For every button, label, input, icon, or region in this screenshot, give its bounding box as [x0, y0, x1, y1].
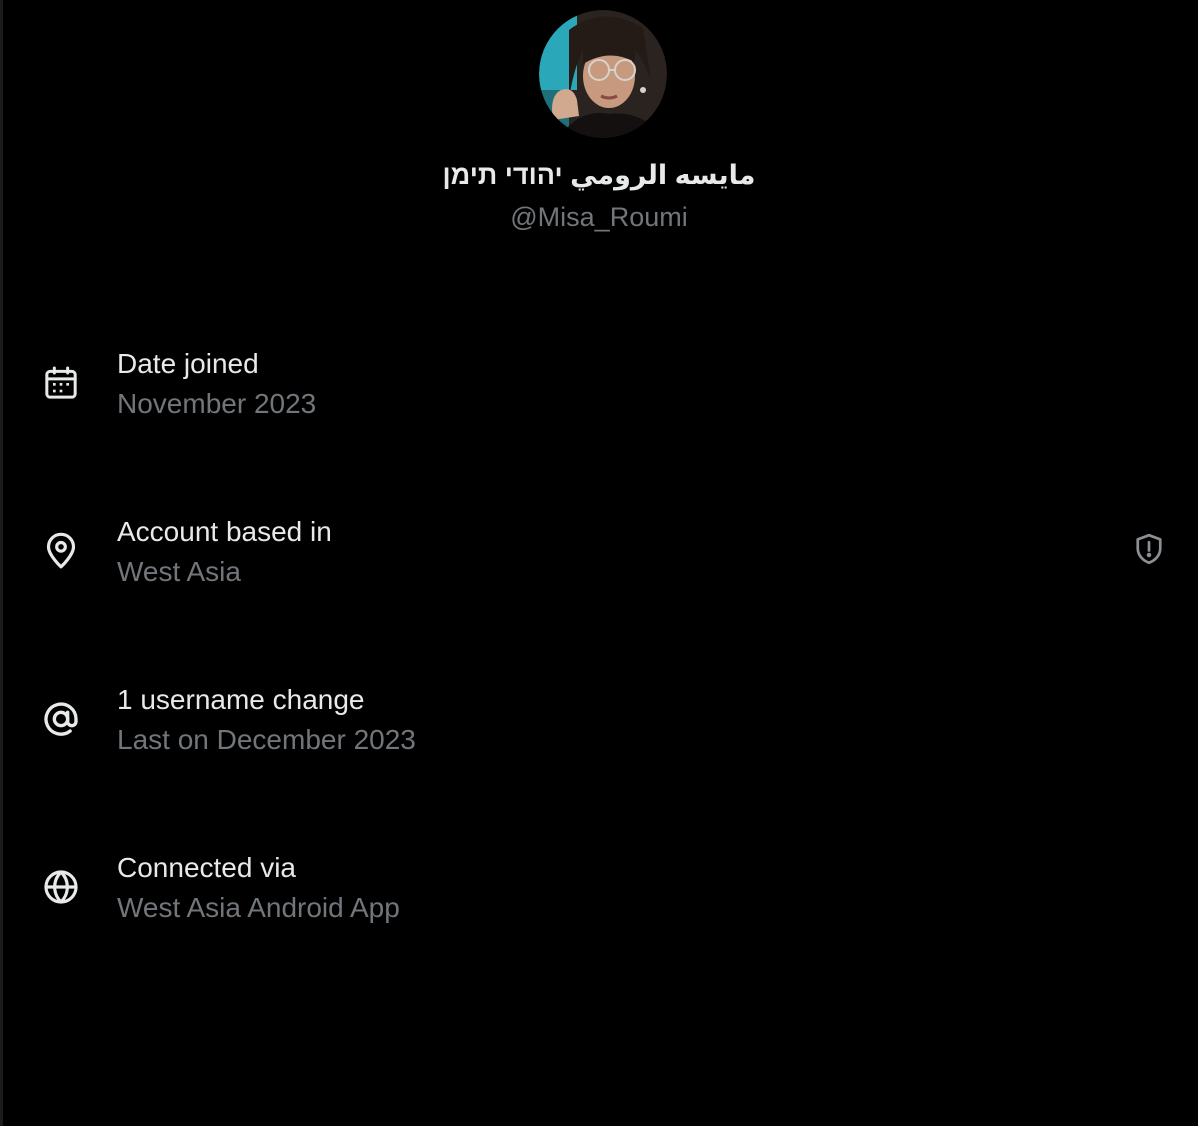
info-row-date-joined: Date joined November 2023 — [0, 344, 1198, 454]
avatar[interactable] — [539, 10, 667, 138]
info-value: November 2023 — [117, 388, 317, 419]
info-text-account-based-in: Account based in West Asia — [117, 512, 332, 592]
avatar-image — [539, 10, 667, 138]
info-value: West Asia Android App — [117, 892, 400, 923]
location-pin-icon — [38, 528, 84, 574]
display-name: مايسه الرومي יהודי תימן — [442, 160, 756, 190]
username-handle: @Misa_Roumi — [510, 202, 688, 232]
at-sign-icon — [38, 696, 84, 742]
info-row-account-based-in: Account based in West Asia — [0, 512, 1198, 622]
info-row-username-change: 1 username change Last on December 2023 — [0, 680, 1198, 790]
profile-header: مايسه الرومي יהודי תימן @Misa_Roumi — [0, 0, 1198, 250]
shield-alert-icon[interactable] — [1128, 528, 1170, 570]
info-text-username-change: 1 username change Last on December 2023 — [117, 680, 416, 760]
globe-icon — [38, 864, 84, 910]
info-value: Last on December 2023 — [117, 724, 416, 755]
info-label: Connected via — [117, 852, 297, 883]
info-label: Date joined — [117, 348, 259, 379]
info-text-date-joined: Date joined November 2023 — [117, 344, 316, 424]
info-label: Account based in — [117, 516, 332, 547]
info-row-connected-via: Connected via West Asia Android App — [0, 848, 1198, 958]
info-text-connected-via: Connected via West Asia Android App — [117, 848, 400, 928]
info-value: West Asia — [117, 556, 241, 587]
calendar-icon — [38, 360, 84, 406]
info-label: 1 username change — [117, 684, 365, 715]
